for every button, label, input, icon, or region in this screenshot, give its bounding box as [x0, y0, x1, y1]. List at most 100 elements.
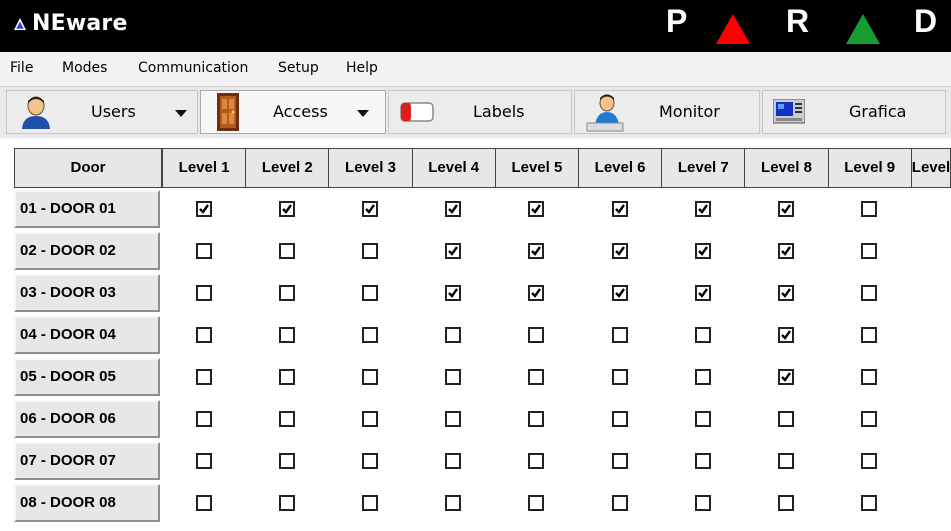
- access-checkbox-checked[interactable]: [528, 285, 545, 301]
- access-checkbox[interactable]: [445, 495, 462, 511]
- access-checkbox-checked[interactable]: [611, 243, 628, 259]
- access-checkbox[interactable]: [195, 285, 212, 301]
- access-checkbox-checked[interactable]: [611, 201, 628, 217]
- access-checkbox[interactable]: [445, 453, 462, 469]
- user-icon: [22, 96, 50, 129]
- access-checkbox[interactable]: [278, 243, 295, 259]
- access-checkbox[interactable]: [445, 327, 462, 343]
- access-checkbox[interactable]: [195, 411, 212, 427]
- access-checkbox-checked[interactable]: [362, 201, 378, 217]
- level-column-header: Level 7: [661, 148, 746, 188]
- access-dropdown-arrow-icon[interactable]: [357, 110, 369, 117]
- access-checkbox-checked[interactable]: [445, 201, 462, 217]
- level-column-header: Level 8: [744, 148, 829, 188]
- door-row-label: 04 - DOOR 04: [14, 316, 160, 354]
- access-checkbox-checked[interactable]: [778, 369, 794, 385]
- access-button[interactable]: Access: [200, 90, 386, 134]
- level-column-header: Level 4: [411, 148, 496, 188]
- access-checkbox-checked[interactable]: [611, 285, 628, 301]
- access-checkbox[interactable]: [528, 327, 545, 343]
- access-checkbox[interactable]: [445, 369, 462, 385]
- access-checkbox[interactable]: [694, 411, 711, 427]
- access-checkbox[interactable]: [861, 327, 878, 343]
- access-checkbox[interactable]: [445, 411, 462, 427]
- access-checkbox[interactable]: [611, 411, 628, 427]
- access-checkbox[interactable]: [362, 285, 378, 301]
- access-checkbox-checked[interactable]: [528, 243, 545, 259]
- access-checkbox-checked[interactable]: [778, 243, 794, 259]
- app-logo-icon: [14, 18, 26, 30]
- access-checkbox[interactable]: [861, 411, 878, 427]
- access-checkbox[interactable]: [362, 327, 378, 343]
- access-checkbox[interactable]: [528, 453, 545, 469]
- access-checkbox[interactable]: [195, 453, 212, 469]
- access-checkbox-checked[interactable]: [445, 243, 462, 259]
- access-checkbox[interactable]: [195, 327, 212, 343]
- access-checkbox-checked[interactable]: [694, 201, 711, 217]
- users-button[interactable]: Users: [6, 90, 198, 134]
- brand-letter-r: R: [786, 3, 810, 39]
- access-checkbox[interactable]: [278, 411, 295, 427]
- access-checkbox-checked[interactable]: [195, 201, 212, 217]
- checkmark-icon: [448, 288, 459, 298]
- access-checkbox-checked[interactable]: [528, 201, 545, 217]
- access-checkbox[interactable]: [278, 285, 295, 301]
- access-checkbox[interactable]: [611, 453, 628, 469]
- access-checkbox[interactable]: [611, 495, 628, 511]
- access-checkbox-checked[interactable]: [694, 243, 711, 259]
- access-checkbox[interactable]: [694, 453, 711, 469]
- access-checkbox[interactable]: [278, 369, 295, 385]
- checkmark-icon: [531, 246, 542, 256]
- monitor-label: Monitor: [659, 102, 720, 121]
- access-checkbox[interactable]: [611, 327, 628, 343]
- monitor-operator-icon: [586, 94, 624, 132]
- labels-button[interactable]: Labels: [388, 90, 572, 134]
- access-checkbox[interactable]: [861, 201, 878, 217]
- access-checkbox[interactable]: [362, 453, 378, 469]
- access-checkbox[interactable]: [861, 369, 878, 385]
- menu-file[interactable]: File: [10, 60, 33, 76]
- checkmark-icon: [281, 204, 292, 214]
- access-checkbox[interactable]: [778, 453, 794, 469]
- access-checkbox[interactable]: [195, 243, 212, 259]
- access-checkbox[interactable]: [611, 369, 628, 385]
- access-checkbox[interactable]: [528, 495, 545, 511]
- access-checkbox-checked[interactable]: [694, 285, 711, 301]
- access-checkbox[interactable]: [362, 495, 378, 511]
- access-checkbox[interactable]: [861, 495, 878, 511]
- red-triangle-icon: [716, 14, 750, 44]
- access-checkbox-checked[interactable]: [778, 327, 794, 343]
- access-checkbox[interactable]: [861, 243, 878, 259]
- access-checkbox[interactable]: [362, 243, 378, 259]
- level-column-header: Level 3: [328, 148, 413, 188]
- access-checkbox[interactable]: [195, 495, 212, 511]
- access-checkbox[interactable]: [778, 495, 794, 511]
- access-checkbox[interactable]: [861, 285, 878, 301]
- access-checkbox[interactable]: [861, 453, 878, 469]
- users-dropdown-arrow-icon[interactable]: [175, 110, 187, 117]
- access-checkbox-checked[interactable]: [278, 201, 295, 217]
- access-checkbox[interactable]: [362, 411, 378, 427]
- monitor-button[interactable]: Monitor: [574, 90, 760, 134]
- access-checkbox[interactable]: [278, 327, 295, 343]
- access-checkbox-checked[interactable]: [778, 201, 794, 217]
- access-checkbox[interactable]: [694, 327, 711, 343]
- menu-setup[interactable]: Setup: [278, 60, 319, 76]
- access-checkbox[interactable]: [694, 495, 711, 511]
- access-checkbox[interactable]: [694, 369, 711, 385]
- access-checkbox[interactable]: [195, 369, 212, 385]
- access-checkbox[interactable]: [362, 369, 378, 385]
- access-checkbox-checked[interactable]: [445, 285, 462, 301]
- access-checkbox[interactable]: [278, 453, 295, 469]
- labels-label: Labels: [473, 102, 525, 121]
- access-checkbox-checked[interactable]: [778, 285, 794, 301]
- grafica-button[interactable]: Grafica: [762, 90, 946, 134]
- access-checkbox[interactable]: [528, 369, 545, 385]
- menu-modes[interactable]: Modes: [62, 60, 107, 76]
- access-checkbox[interactable]: [528, 411, 545, 427]
- menu-help[interactable]: Help: [346, 60, 378, 76]
- access-checkbox[interactable]: [278, 495, 295, 511]
- access-checkbox[interactable]: [778, 411, 794, 427]
- grafica-label: Grafica: [849, 102, 907, 121]
- menu-communication[interactable]: Communication: [138, 60, 248, 76]
